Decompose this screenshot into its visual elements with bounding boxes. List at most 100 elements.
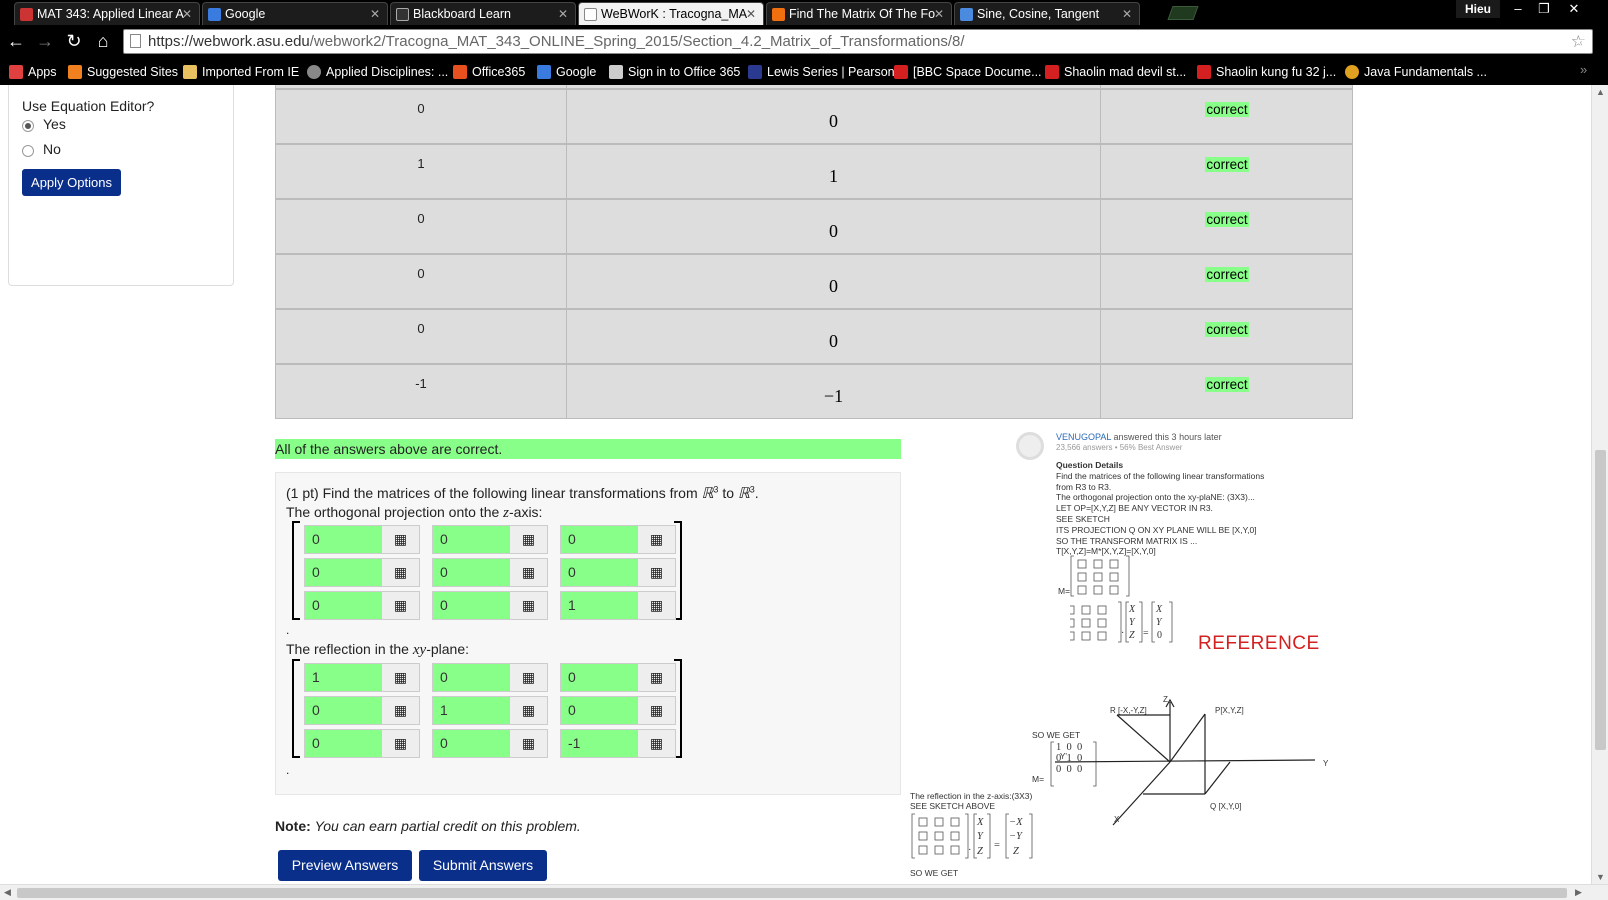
keyboard-icon[interactable]: ▦: [510, 558, 548, 587]
tab-blackboard[interactable]: Blackboard Learn ✕: [390, 2, 576, 25]
answer-input[interactable]: 0: [432, 591, 510, 620]
answer-input[interactable]: 0: [560, 525, 638, 554]
vertical-scrollbar[interactable]: ▲ ▼: [1591, 85, 1608, 885]
close-icon[interactable]: ✕: [182, 3, 192, 25]
restore-icon[interactable]: ❐: [1532, 1, 1556, 17]
tab-strip: MAT 343: Applied Linear A ✕ Google ✕ Bla…: [0, 0, 1608, 25]
answer-input[interactable]: 1: [432, 696, 510, 725]
bookmark-office365-signin[interactable]: Sign in to Office 365: [609, 63, 740, 81]
forward-icon[interactable]: →: [34, 29, 56, 53]
bookmark-bbc-space[interactable]: [BBC Space Docume...: [894, 63, 1042, 81]
matrix1-cell: 1 ▦: [560, 591, 676, 620]
answer-input[interactable]: 1: [560, 591, 638, 620]
address-bar[interactable]: https://webwork.asu.edu/webwork2/Tracogn…: [123, 29, 1593, 54]
keyboard-icon[interactable]: ▦: [638, 696, 676, 725]
apply-options-button[interactable]: Apply Options: [22, 169, 121, 196]
radio-no[interactable]: [22, 145, 34, 157]
keyboard-icon[interactable]: ▦: [638, 729, 676, 758]
scroll-right-icon[interactable]: ▶: [1575, 887, 1582, 898]
svg-text:X: X: [1128, 604, 1136, 615]
scroll-left-icon[interactable]: ◀: [4, 887, 11, 898]
problem-intro: (1 pt) Find the matrices of the followin…: [286, 484, 759, 502]
scroll-down-icon[interactable]: ▼: [1596, 872, 1605, 882]
keyboard-icon[interactable]: ▦: [510, 591, 548, 620]
reload-icon[interactable]: ↻: [63, 29, 85, 53]
scroll-up-icon[interactable]: ▲: [1596, 87, 1605, 97]
bookmark-suggested-sites[interactable]: Suggested Sites: [68, 63, 178, 81]
status-badge: correct: [1205, 102, 1249, 117]
bookmark-imported-from-ie[interactable]: Imported From IE: [183, 63, 299, 81]
vertical-scroll-thumb[interactable]: [1595, 450, 1606, 750]
m-equals: M=: [1058, 586, 1071, 596]
answer-input[interactable]: 0: [432, 558, 510, 587]
preview-answers-button[interactable]: Preview Answers: [278, 850, 412, 881]
bookmark-applied-disciplines[interactable]: Applied Disciplines: ...: [307, 63, 448, 81]
answer-input[interactable]: 0: [304, 525, 382, 554]
more-bookmarks-icon[interactable]: »: [1580, 62, 1587, 77]
submit-answers-button[interactable]: Submit Answers: [419, 850, 547, 881]
answer-input[interactable]: 0: [304, 696, 382, 725]
answer-input[interactable]: 0: [304, 729, 382, 758]
tab-mathsisfun[interactable]: Sine, Cosine, Tangent ✕: [954, 2, 1140, 25]
tab-webwork[interactable]: WeBWorK : Tracogna_MA ✕: [578, 2, 764, 25]
keyboard-icon[interactable]: ▦: [510, 525, 548, 554]
minimize-icon[interactable]: –: [1506, 1, 1530, 17]
reflection-equation: XYZ −X−YZ · =: [911, 813, 1033, 859]
bookmark-google[interactable]: Google: [537, 63, 596, 81]
keyboard-icon[interactable]: ▦: [382, 558, 420, 587]
keyboard-icon[interactable]: ▦: [382, 696, 420, 725]
answer-input[interactable]: 0: [560, 558, 638, 587]
answer-input[interactable]: 0: [432, 663, 510, 692]
answer-input[interactable]: 0: [560, 696, 638, 725]
back-icon[interactable]: ←: [5, 29, 27, 53]
q-diag: [1204, 761, 1231, 795]
answer-input[interactable]: 0: [560, 663, 638, 692]
radio-yes[interactable]: [22, 120, 34, 132]
bookmark-office365[interactable]: Office365: [453, 63, 525, 81]
keyboard-icon[interactable]: ▦: [510, 696, 548, 725]
bookmark-label: Apps: [28, 65, 57, 79]
horizontal-scroll-thumb[interactable]: [17, 888, 1567, 898]
close-icon[interactable]: ✕: [370, 3, 380, 25]
close-icon[interactable]: ✕: [934, 3, 944, 25]
new-tab-button[interactable]: [1167, 6, 1199, 20]
profile-button[interactable]: Hieu: [1456, 0, 1500, 18]
answerer-stats: 23,566 answers • 56% Best Answer: [1056, 443, 1183, 452]
close-window-icon[interactable]: ✕: [1562, 1, 1586, 17]
home-icon[interactable]: ⌂: [92, 29, 114, 53]
answer-input[interactable]: 0: [304, 558, 382, 587]
tab-google[interactable]: Google ✕: [202, 2, 388, 25]
horizontal-scrollbar[interactable]: ◀ ▶: [0, 884, 1608, 900]
keyboard-icon[interactable]: ▦: [510, 729, 548, 758]
keyboard-icon[interactable]: ▦: [638, 558, 676, 587]
keyboard-icon[interactable]: ▦: [382, 729, 420, 758]
answer-input[interactable]: 0: [432, 729, 510, 758]
bookmark-apps[interactable]: Apps: [9, 63, 57, 81]
answer-input[interactable]: 1: [304, 663, 382, 692]
bookmark-shaolin-mad-devil[interactable]: Shaolin mad devil st...: [1045, 63, 1186, 81]
keyboard-icon[interactable]: ▦: [638, 663, 676, 692]
bookmark-java-fundamentals[interactable]: Java Fundamentals ...: [1345, 63, 1487, 81]
close-icon[interactable]: ✕: [558, 3, 568, 25]
bookmark-shaolin-kung-fu[interactable]: Shaolin kung fu 32 j...: [1197, 63, 1336, 81]
keyboard-icon[interactable]: ▦: [382, 591, 420, 620]
result-cell: correct: [1101, 365, 1353, 418]
answer-input[interactable]: -1: [560, 729, 638, 758]
keyboard-icon[interactable]: ▦: [382, 525, 420, 554]
answer-input[interactable]: 0: [432, 525, 510, 554]
answer-input[interactable]: 0: [304, 591, 382, 620]
tab-mat343[interactable]: MAT 343: Applied Linear A ✕: [14, 2, 200, 25]
close-icon[interactable]: ✕: [746, 3, 756, 25]
keyboard-icon[interactable]: ▦: [638, 525, 676, 554]
menu-icon[interactable]: ☰: [1574, 31, 1590, 52]
entered-cell: 0: [276, 90, 567, 143]
tab-chegg[interactable]: Find The Matrix Of The Fo ✕: [766, 2, 952, 25]
keyboard-icon[interactable]: ▦: [510, 663, 548, 692]
keyboard-icon[interactable]: ▦: [638, 591, 676, 620]
matrix2-left-bracket: [292, 659, 300, 758]
svg-text:X: X: [976, 817, 984, 828]
keyboard-icon[interactable]: ▦: [382, 663, 420, 692]
entered-cell: 0: [276, 255, 567, 308]
bookmark-pearson[interactable]: Lewis Series | Pearson: [748, 63, 895, 81]
close-icon[interactable]: ✕: [1122, 3, 1132, 25]
